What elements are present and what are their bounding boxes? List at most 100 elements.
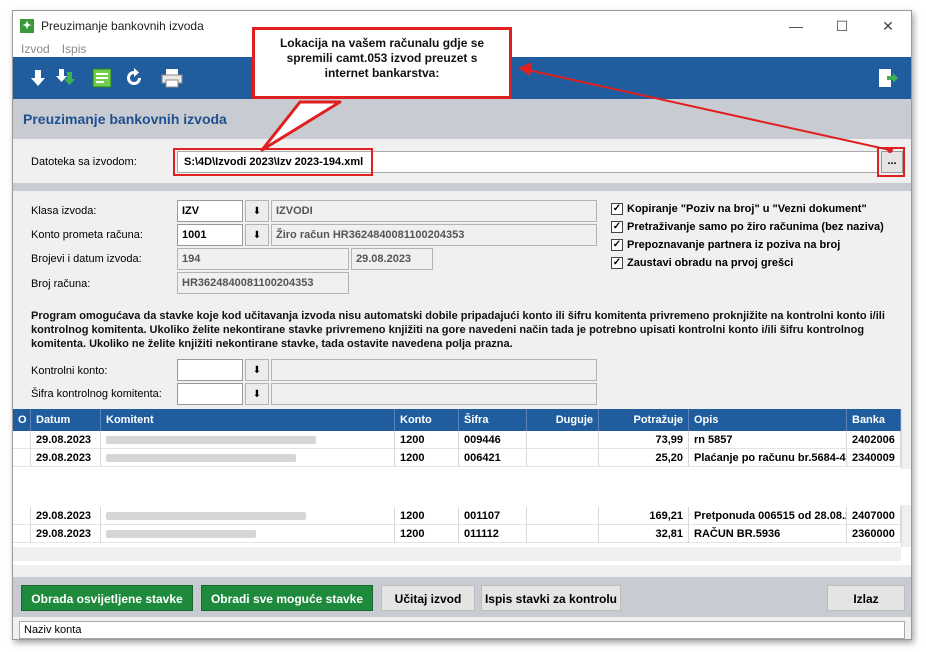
kontrolni-konto-name-field bbox=[271, 359, 597, 381]
sifra-komitenta-name-field bbox=[271, 383, 597, 405]
kontrolni-konto-input[interactable] bbox=[177, 359, 243, 381]
cell-komitent-redacted bbox=[101, 525, 395, 543]
cell-sifra: 009446 bbox=[459, 431, 527, 449]
klasa-label: Klasa izvoda: bbox=[31, 205, 97, 217]
close-icon[interactable]: ✕ bbox=[865, 11, 911, 41]
stavke-grid-bottom: 29.08.2023 1200 001107 169,21 Pretponuda… bbox=[13, 505, 911, 565]
grid-vertical-scrollbar[interactable] bbox=[901, 409, 911, 469]
cell-datum: 29.08.2023 bbox=[31, 507, 101, 525]
cell-opis: Plaćanje po računu br.5684-4 bbox=[689, 449, 847, 467]
grid-header: O Datum Komitent Konto Šifra Duguje Potr… bbox=[13, 409, 901, 431]
cell-potrazuje: 25,20 bbox=[599, 449, 689, 467]
kontrolni-konto-label: Kontrolni konto: bbox=[31, 365, 108, 377]
cell-komitent-redacted bbox=[101, 507, 395, 525]
cell-datum: 29.08.2023 bbox=[31, 449, 101, 467]
table-row[interactable]: 29.08.2023 1200 001107 169,21 Pretponuda… bbox=[13, 507, 901, 525]
cell-sifra: 011112 bbox=[459, 525, 527, 543]
datum-izvoda-field: 29.08.2023 bbox=[351, 248, 433, 270]
checkbox-checked-icon[interactable]: ✓ bbox=[611, 239, 623, 251]
table-row[interactable]: 29.08.2023 1200 006421 25,20 Plaćanje po… bbox=[13, 449, 901, 467]
cell-potrazuje: 73,99 bbox=[599, 431, 689, 449]
sifra-komitenta-dropdown-icon[interactable]: ⬇ bbox=[245, 383, 269, 405]
table-row[interactable]: 29.08.2023 1200 009446 73,99 rn 5857 240… bbox=[13, 431, 901, 449]
col-potrazuje[interactable]: Potražuje bbox=[599, 409, 689, 431]
cell-konto: 1200 bbox=[395, 449, 459, 467]
col-duguje[interactable]: Duguje bbox=[527, 409, 599, 431]
broj-racuna-label: Broj računa: bbox=[31, 278, 91, 290]
kontrolni-konto-dropdown-icon[interactable]: ⬇ bbox=[245, 359, 269, 381]
exit-icon[interactable] bbox=[875, 65, 901, 91]
button-bar: Obrada osvijetljene stavke Obradi sve mo… bbox=[13, 577, 911, 617]
klasa-code-input[interactable]: IZV bbox=[177, 200, 243, 222]
cell-potrazuje: 169,21 bbox=[599, 507, 689, 525]
konto-dropdown-icon[interactable]: ⬇ bbox=[245, 224, 269, 246]
obrada-osvijetljene-button[interactable]: Obrada osvijetljene stavke bbox=[21, 585, 193, 611]
checkbox-checked-icon[interactable]: ✓ bbox=[611, 203, 623, 215]
cell-datum: 29.08.2023 bbox=[31, 525, 101, 543]
download-arrow-icon[interactable] bbox=[25, 65, 51, 91]
cell-konto: 1200 bbox=[395, 507, 459, 525]
grid-vertical-scrollbar[interactable] bbox=[901, 505, 911, 547]
file-path-highlight bbox=[173, 148, 373, 176]
col-komitent[interactable]: Komitent bbox=[101, 409, 395, 431]
option-label: Kopiranje "Poziv na broj" u "Vezni dokum… bbox=[627, 203, 867, 215]
cell-banka: 2402006 bbox=[847, 431, 901, 449]
file-label: Datoteka sa izvodom: bbox=[31, 156, 137, 168]
col-datum[interactable]: Datum bbox=[31, 409, 101, 431]
checkbox-checked-icon[interactable]: ✓ bbox=[611, 257, 623, 269]
col-opis[interactable]: Opis bbox=[689, 409, 847, 431]
page-title: Preuzimanje bankovnih izvoda bbox=[23, 111, 227, 127]
menu-izvod[interactable]: Izvod bbox=[21, 42, 50, 56]
download-double-arrow-icon[interactable] bbox=[53, 65, 79, 91]
ispis-stavki-button[interactable]: Ispis stavki za kontrolu bbox=[481, 585, 621, 611]
status-bar: Naziv konta bbox=[13, 617, 911, 639]
table-row[interactable]: 29.08.2023 1200 011112 32,81 RAČUN BR.59… bbox=[13, 525, 901, 543]
option-prepoznavanje[interactable]: ✓ Prepoznavanje partnera iz poziva na br… bbox=[611, 239, 840, 251]
col-banka[interactable]: Banka bbox=[847, 409, 901, 431]
option-label: Prepoznavanje partnera iz poziva na broj bbox=[627, 239, 841, 251]
cell-duguje bbox=[527, 507, 599, 525]
info-text: Program omogućava da stavke koje kod uči… bbox=[31, 310, 885, 350]
option-kopiranje[interactable]: ✓ Kopiranje "Poziv na broj" u "Vezni dok… bbox=[611, 203, 867, 215]
konto-label: Konto prometa računa: bbox=[31, 229, 143, 241]
menu-ispis[interactable]: Ispis bbox=[62, 42, 87, 56]
main-window: ✦ Preuzimanje bankovnih izvoda — ☐ ✕ Izv… bbox=[12, 10, 912, 640]
option-pretrazivanje[interactable]: ✓ Pretraživanje samo po žiro računima (b… bbox=[611, 221, 884, 233]
konto-code-input[interactable]: 1001 bbox=[177, 224, 243, 246]
callout-annotation: Lokacija na vašem računalu gdje se sprem… bbox=[252, 27, 512, 99]
izlaz-button[interactable]: Izlaz bbox=[827, 585, 905, 611]
cell-banka: 2340009 bbox=[847, 449, 901, 467]
refresh-icon[interactable] bbox=[121, 65, 147, 91]
cell-konto: 1200 bbox=[395, 525, 459, 543]
checkbox-checked-icon[interactable]: ✓ bbox=[611, 221, 623, 233]
brojevi-label: Brojevi i datum izvoda: bbox=[31, 253, 142, 265]
col-o[interactable]: O bbox=[13, 409, 31, 431]
option-label: Zaustavi obradu na prvoj grešci bbox=[627, 257, 794, 269]
klasa-dropdown-icon[interactable]: ⬇ bbox=[245, 200, 269, 222]
stavke-grid: O Datum Komitent Konto Šifra Duguje Potr… bbox=[13, 409, 911, 469]
col-konto[interactable]: Konto bbox=[395, 409, 459, 431]
broj-racuna-field: HR3624840081100204353 bbox=[177, 272, 349, 294]
window-controls: — ☐ ✕ bbox=[773, 11, 911, 41]
ucitaj-izvod-button[interactable]: Učitaj izvod bbox=[381, 585, 475, 611]
grid-horizontal-scrollbar[interactable] bbox=[13, 547, 901, 561]
maximize-icon[interactable]: ☐ bbox=[819, 11, 865, 41]
cell-opis: Pretponuda 006515 od 28.08.2 bbox=[689, 507, 847, 525]
cell-banka: 2360000 bbox=[847, 525, 901, 543]
sifra-komitenta-label: Šifra kontrolnog komitenta: bbox=[31, 388, 162, 400]
cell-komitent-redacted bbox=[101, 449, 395, 467]
minimize-icon[interactable]: — bbox=[773, 11, 819, 41]
sifra-komitenta-input[interactable] bbox=[177, 383, 243, 405]
document-icon[interactable] bbox=[89, 65, 115, 91]
broj-izvoda-field: 194 bbox=[177, 248, 349, 270]
obradi-sve-button[interactable]: Obradi sve moguće stavke bbox=[201, 585, 373, 611]
klasa-name-field: IZVODI bbox=[271, 200, 597, 222]
cell-potrazuje: 32,81 bbox=[599, 525, 689, 543]
cell-sifra: 006421 bbox=[459, 449, 527, 467]
printer-icon[interactable] bbox=[159, 65, 185, 91]
col-sifra[interactable]: Šifra bbox=[459, 409, 527, 431]
cell-datum: 29.08.2023 bbox=[31, 431, 101, 449]
status-text: Naziv konta bbox=[19, 621, 905, 639]
option-zaustavi[interactable]: ✓ Zaustavi obradu na prvoj grešci bbox=[611, 257, 793, 269]
torn-gap bbox=[13, 469, 911, 505]
